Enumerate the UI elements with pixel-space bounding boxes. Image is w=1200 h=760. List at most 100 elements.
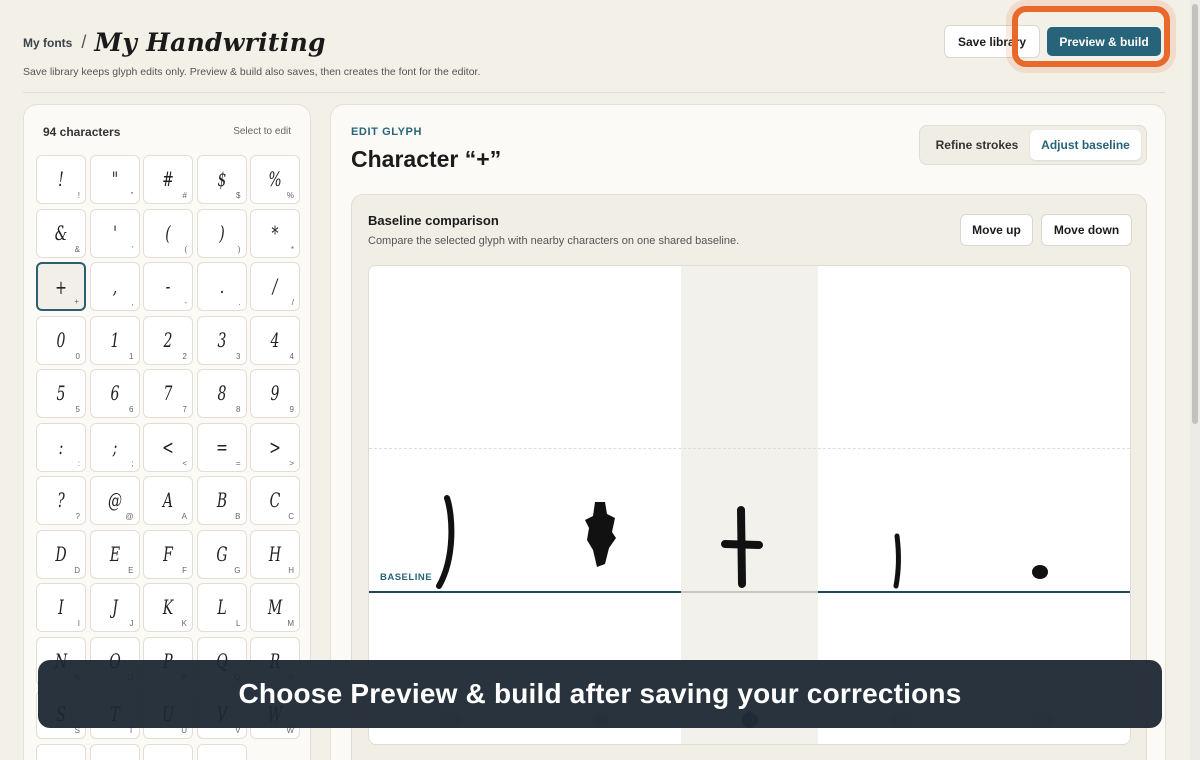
- character-cell[interactable]: !!: [36, 155, 86, 204]
- glyph-preview: @: [107, 488, 122, 512]
- preview-build-button[interactable]: Preview & build: [1047, 27, 1161, 56]
- character-cell[interactable]: %%: [250, 155, 300, 204]
- character-cell[interactable]: ..: [196, 262, 247, 311]
- glyph-preview: ;: [112, 434, 117, 459]
- move-up-button[interactable]: Move up: [960, 214, 1033, 246]
- glyph-preview: G: [215, 541, 228, 566]
- character-key-label: +: [74, 297, 79, 306]
- glyph-preview: :: [58, 434, 64, 459]
- card-title: Baseline comparison: [368, 213, 499, 228]
- character-cell[interactable]: " ": [89, 155, 140, 204]
- character-cell[interactable]: & &: [36, 208, 86, 258]
- page-scrollbar[interactable]: [1190, 0, 1200, 760]
- tab-refine-strokes[interactable]: Refine strokes: [925, 130, 1029, 160]
- glyph-preview: L: [216, 595, 227, 619]
- glyph-preview: 7: [163, 381, 173, 405]
- character-cell[interactable]: ::: [36, 422, 86, 472]
- character-key-label: 3: [236, 351, 241, 361]
- glyph-preview: E: [109, 541, 120, 566]
- character-cell[interactable]: 77: [143, 369, 193, 418]
- character-cell[interactable]: ZZ: [143, 743, 193, 760]
- character-key-label: ": [130, 191, 134, 200]
- character-cell[interactable]: CC: [250, 476, 300, 525]
- character-cell[interactable]: [[: [196, 743, 247, 760]
- character-cell[interactable]: XX: [36, 743, 86, 760]
- character-key-label: @: [125, 512, 134, 521]
- character-cell[interactable]: 66: [89, 369, 140, 418]
- glyph-preview: J: [111, 595, 118, 619]
- character-cell[interactable]: )): [196, 208, 247, 258]
- character-key-label: #: [182, 191, 187, 200]
- glyph-preview: $: [217, 167, 226, 191]
- character-cell[interactable]: BB: [196, 476, 247, 525]
- character-count: 94 characters: [43, 125, 121, 139]
- character-cell[interactable]: > >: [250, 422, 300, 472]
- character-cell[interactable]: # #: [143, 155, 193, 204]
- character-cell[interactable]: ??: [36, 476, 86, 525]
- character-cell[interactable]: / /: [250, 262, 300, 311]
- character-cell[interactable]: MM: [250, 583, 300, 632]
- character-cell[interactable]: 00: [36, 315, 86, 365]
- glyph-preview: K: [162, 595, 174, 619]
- character-cell[interactable]: DD: [36, 529, 86, 579]
- glyph-preview: H: [268, 541, 282, 566]
- character-cell[interactable]: @ @: [89, 476, 140, 525]
- character-cell[interactable]: II: [36, 583, 86, 632]
- character-cell[interactable]: FF: [143, 529, 193, 579]
- character-key-label: 5: [75, 405, 80, 414]
- character-cell[interactable]: 44: [250, 315, 300, 365]
- glyph-preview: ,: [112, 274, 117, 298]
- character-key-label: L: [236, 619, 241, 628]
- glyph-preview: F: [163, 541, 173, 566]
- character-key-label: D: [74, 565, 80, 575]
- character-cell[interactable]: 99: [250, 369, 300, 418]
- character-cell[interactable]: 88: [196, 369, 247, 418]
- character-cell[interactable]: 33: [196, 315, 247, 365]
- character-cell[interactable]: ' ': [89, 208, 140, 258]
- glyph-preview: B: [216, 488, 227, 512]
- character-key-label: B: [235, 512, 241, 521]
- glyph-preview: ): [218, 220, 225, 245]
- character-key-label: ': [131, 244, 134, 254]
- character-cell[interactable]: + +: [36, 262, 86, 311]
- character-cell[interactable]: JJ: [89, 583, 140, 632]
- character-cell[interactable]: 55: [36, 369, 86, 418]
- character-key-label: G: [234, 565, 241, 575]
- character-key-label: 0: [75, 351, 80, 361]
- character-cell[interactable]: YY: [89, 743, 140, 760]
- character-key-label: &: [74, 244, 80, 254]
- character-key-label: (: [184, 244, 187, 254]
- glyph-preview: %: [268, 167, 282, 191]
- save-library-button[interactable]: Save library: [944, 25, 1040, 58]
- character-cell[interactable]: < <: [143, 422, 193, 472]
- character-cell[interactable]: LL: [196, 583, 247, 632]
- character-cell[interactable]: ;;: [89, 422, 140, 472]
- character-key-label: ;: [131, 458, 134, 468]
- character-cell[interactable]: 11: [89, 315, 140, 365]
- glyph-preview: I: [58, 595, 64, 619]
- character-cell[interactable]: $ $: [196, 155, 247, 204]
- glyph-preview: >: [269, 434, 281, 459]
- glyph-comma: [893, 533, 901, 589]
- character-cell[interactable]: GG: [196, 529, 247, 579]
- character-cell[interactable]: --: [143, 262, 193, 311]
- character-key-label: F: [182, 565, 187, 575]
- character-key-label: >: [289, 458, 294, 468]
- tab-adjust-baseline[interactable]: Adjust baseline: [1030, 130, 1141, 160]
- scrollbar-thumb[interactable]: [1192, 4, 1198, 424]
- move-down-button[interactable]: Move down: [1041, 214, 1132, 246]
- character-cell[interactable]: ((: [143, 208, 193, 258]
- character-cell[interactable]: ,,: [89, 262, 140, 311]
- character-cell[interactable]: = =: [196, 422, 247, 472]
- character-cell[interactable]: * *: [250, 208, 300, 258]
- character-cell[interactable]: KK: [143, 583, 193, 632]
- character-cell[interactable]: 22: [143, 315, 193, 365]
- character-key-label: ): [237, 244, 241, 254]
- page-subtitle: Save library keeps glyph edits only. Pre…: [23, 66, 481, 78]
- character-cell[interactable]: EE: [89, 529, 140, 579]
- character-cell[interactable]: HH: [250, 529, 300, 579]
- breadcrumb-my-fonts-link[interactable]: My fonts: [23, 36, 72, 50]
- character-cell[interactable]: AA: [143, 476, 193, 525]
- glyph-preview: !: [58, 167, 64, 191]
- character-key-label: %: [286, 191, 294, 200]
